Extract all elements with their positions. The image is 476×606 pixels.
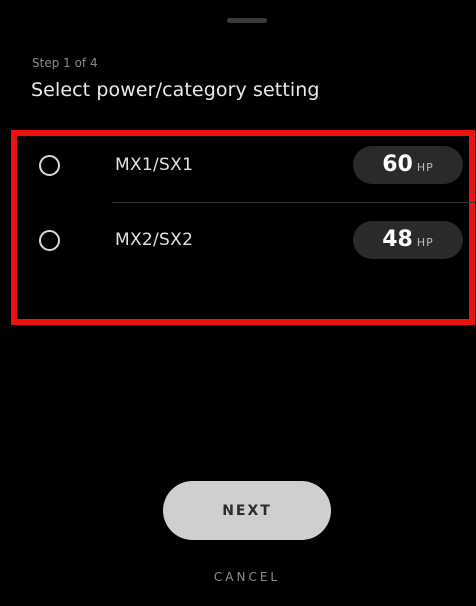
option-label: MX2/SX2 [115,230,194,250]
power-setting-sheet: Step 1 of 4 Select power/category settin… [0,0,476,606]
hp-value: 60 [382,152,413,177]
hp-badge: 48 HP [353,221,463,259]
option-row-mx1-sx1[interactable]: MX1/SX1 60 HP [17,130,475,200]
option-divider [112,202,476,203]
option-label: MX1/SX1 [115,155,194,175]
hp-unit: HP [416,161,434,174]
radio-button-mx1-sx1[interactable] [39,154,60,176]
cancel-button[interactable]: CANCEL [163,570,331,584]
hp-unit: HP [416,236,434,249]
hp-value: 48 [382,227,413,252]
option-row-mx2-sx2[interactable]: MX2/SX2 48 HP [17,205,475,275]
hp-badge: 60 HP [353,146,463,184]
step-indicator: Step 1 of 4 [32,56,98,70]
next-button[interactable]: NEXT [163,481,331,540]
radio-button-mx2-sx2[interactable] [39,229,60,251]
page-title: Select power/category setting [31,79,320,101]
sheet-grabber-handle[interactable] [227,18,267,23]
